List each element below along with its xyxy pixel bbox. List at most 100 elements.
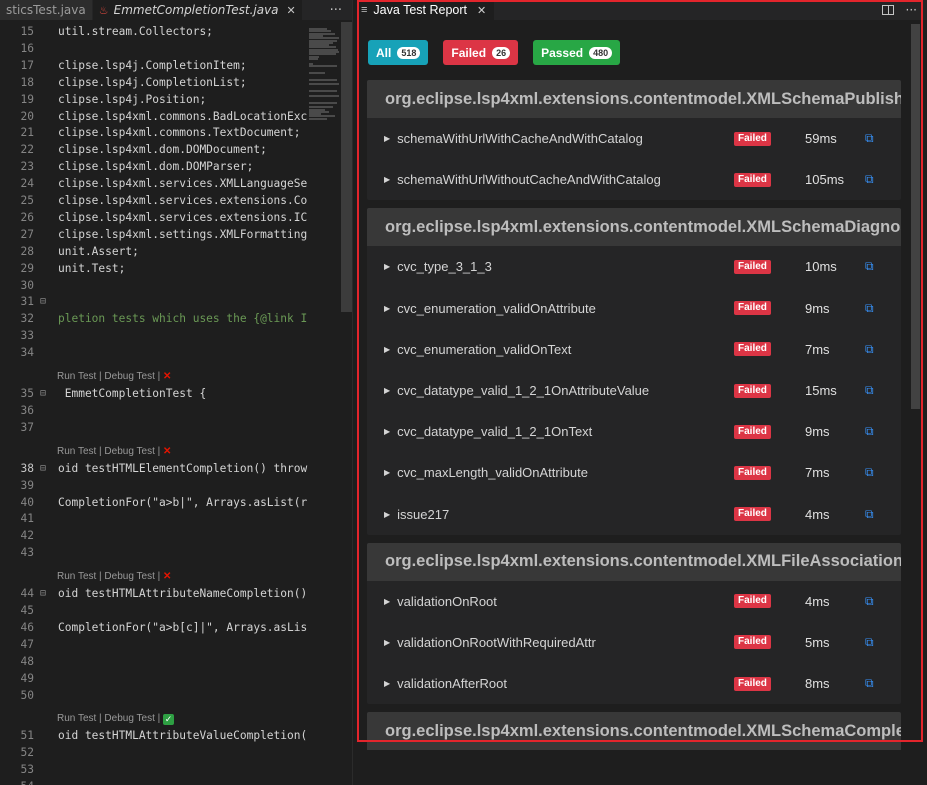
suite-header[interactable]: org.eclipse.lsp4xml.extensions.contentmo… xyxy=(367,542,901,581)
triangle-right-icon[interactable]: ▶ xyxy=(384,427,390,436)
code-line[interactable]: 41 xyxy=(0,511,307,527)
external-link-icon[interactable]: ⧉ xyxy=(865,259,874,274)
test-case-row[interactable]: ▶ cvc_datatype_valid_1_2_1OnAttributeValu… xyxy=(367,370,901,411)
code-line[interactable]: 32 pletion tests which uses the {@link I xyxy=(0,311,308,327)
minimap[interactable] xyxy=(307,22,341,782)
code-line[interactable]: 21 clipse.lsp4xml.commons.TextDocument; xyxy=(0,125,307,141)
codelens-text[interactable]: Run Test | Debug Test | xyxy=(57,446,163,457)
test-case-row[interactable]: ▶ cvc_enumeration_validOnText Failed 7ms ⧉ xyxy=(367,329,901,370)
triangle-right-icon[interactable]: ▶ xyxy=(384,510,390,519)
code-line[interactable]: 23 clipse.lsp4xml.dom.DOMParser; xyxy=(0,159,307,175)
fold-icon[interactable]: ⊟ xyxy=(40,386,46,402)
codelens-run-debug[interactable]: Run Test | Debug Test | ✕ xyxy=(57,370,171,384)
code-line[interactable]: 54 xyxy=(0,779,307,785)
code-line[interactable]: 45 xyxy=(0,603,307,619)
codelens-run-debug[interactable]: Run Test | Debug Test | ✕ xyxy=(57,570,171,584)
triangle-right-icon[interactable]: ▶ xyxy=(384,262,390,271)
more-actions-icon[interactable]: ··· xyxy=(906,3,917,17)
code-line[interactable]: 27 clipse.lsp4xml.settings.XMLFormatting xyxy=(0,227,308,243)
code-line[interactable]: 31 ⊟ xyxy=(0,294,307,310)
external-link-icon[interactable]: ⧉ xyxy=(865,301,874,316)
external-link-icon[interactable]: ⧉ xyxy=(865,131,874,146)
filter-failed-button[interactable]: Failed 26 xyxy=(443,40,519,65)
suite-header[interactable]: org.eclipse.lsp4xml.extensions.contentmo… xyxy=(367,80,901,118)
more-actions-icon[interactable]: ··· xyxy=(320,0,352,20)
external-link-icon[interactable]: ⧉ xyxy=(865,424,874,439)
tab-java-test-report[interactable]: ≡ Java Test Report ✕ xyxy=(353,0,495,20)
code-line[interactable]: 28 unit.Assert; xyxy=(0,244,307,260)
code-line[interactable]: 35 ⊟ EmmetCompletionTest { xyxy=(0,386,307,402)
tab-emmet-completion-test[interactable]: ♨ EmmetCompletionTest.java ✕ xyxy=(92,0,303,20)
code-line[interactable]: 19 clipse.lsp4j.Position; xyxy=(0,92,307,108)
code-line[interactable]: 47 xyxy=(0,637,307,653)
test-case-row[interactable]: ▶ cvc_enumeration_validOnAttribute Failed 9… xyxy=(367,288,901,329)
code-line[interactable]: 49 xyxy=(0,671,307,687)
code-line[interactable]: 39 xyxy=(0,478,307,494)
code-line[interactable]: 52 xyxy=(0,745,307,761)
triangle-right-icon[interactable]: ▶ xyxy=(384,304,390,313)
code-line[interactable]: 51 oid testHTMLAttributeValueCompletion( xyxy=(0,728,308,744)
test-case-row[interactable]: ▶ validationOnRootWithRequiredAttr Failed 5… xyxy=(367,622,901,663)
suite-header[interactable]: org.eclipse.lsp4xml.extensions.contentmo… xyxy=(367,208,901,247)
tab-statistics-test[interactable]: sticsTest.java xyxy=(0,0,93,20)
code-line[interactable]: 38 ⊟ oid testHTMLElementCompletion() throw xyxy=(0,461,308,477)
code-line[interactable]: 20 clipse.lsp4xml.commons.BadLocationExc xyxy=(0,109,308,125)
codelens-text[interactable]: Run Test | Debug Test | xyxy=(57,571,163,582)
triangle-right-icon[interactable]: ▶ xyxy=(384,597,390,606)
external-link-icon[interactable]: ⧉ xyxy=(865,676,874,691)
external-link-icon[interactable]: ⧉ xyxy=(865,172,874,187)
close-icon[interactable]: ✕ xyxy=(287,4,296,17)
triangle-right-icon[interactable]: ▶ xyxy=(384,175,390,184)
test-case-row[interactable]: ▶ cvc_datatype_valid_1_2_1OnText Failed 9ms… xyxy=(367,411,901,452)
code-line[interactable]: 46 CompletionFor("a>b[c]|", Arrays.asLis xyxy=(0,620,308,636)
close-icon[interactable]: ✕ xyxy=(477,4,486,17)
split-editor-icon[interactable] xyxy=(881,5,894,15)
external-link-icon[interactable]: ⧉ xyxy=(865,594,874,609)
filter-all-button[interactable]: All 518 xyxy=(368,40,429,65)
code-line[interactable]: 34 xyxy=(0,345,307,361)
code-line[interactable]: 22 clipse.lsp4xml.dom.DOMDocument; xyxy=(0,142,307,158)
external-link-icon[interactable]: ⧉ xyxy=(865,383,874,398)
code-line[interactable]: 53 xyxy=(0,762,307,778)
fold-icon[interactable]: ⊟ xyxy=(40,586,46,602)
code-line[interactable]: 15 util.stream.Collectors; xyxy=(0,24,307,40)
code-line[interactable]: 29 unit.Test; xyxy=(0,261,307,277)
external-link-icon[interactable]: ⧉ xyxy=(865,342,874,357)
codelens-text[interactable]: Run Test | Debug Test | xyxy=(57,713,163,724)
code-line[interactable]: 40 CompletionFor("a>b|", Arrays.asList(r xyxy=(0,495,308,511)
triangle-right-icon[interactable]: ▶ xyxy=(384,468,390,477)
external-link-icon[interactable]: ⧉ xyxy=(865,507,874,522)
suite-header[interactable]: org.eclipse.lsp4xml.extensions.contentmo… xyxy=(367,712,901,751)
external-link-icon[interactable]: ⧉ xyxy=(865,465,874,480)
report-scrollbar[interactable] xyxy=(911,24,920,409)
code-line[interactable]: 43 xyxy=(0,545,307,561)
editor-scrollbar[interactable] xyxy=(341,22,352,312)
test-case-row[interactable]: ▶ issue217 Failed 4ms ⧉ xyxy=(367,494,901,535)
codelens-run-debug[interactable]: Run Test | Debug Test | ✓ xyxy=(57,712,174,726)
codelens-text[interactable]: Run Test | Debug Test | xyxy=(57,371,163,382)
code-line[interactable]: 42 xyxy=(0,528,307,544)
test-case-row[interactable]: ▶ validationAfterRoot Failed 8ms ⧉ xyxy=(367,663,901,704)
code-line[interactable]: 36 xyxy=(0,403,307,419)
code-line[interactable]: 50 xyxy=(0,688,307,704)
code-line[interactable]: 33 xyxy=(0,328,307,344)
code-line[interactable]: 26 clipse.lsp4xml.services.extensions.IC xyxy=(0,210,308,226)
test-case-row[interactable]: ▶ schemaWithUrlWithCacheAndWithCatalog Fai… xyxy=(367,118,901,159)
triangle-right-icon[interactable]: ▶ xyxy=(384,386,390,395)
code-line[interactable]: 16 xyxy=(0,41,307,57)
code-line[interactable]: 30 xyxy=(0,278,307,294)
fold-icon[interactable]: ⊟ xyxy=(40,461,46,477)
test-case-row[interactable]: ▶ cvc_maxLength_validOnAttribute Failed 7ms… xyxy=(367,452,901,493)
code-line[interactable]: 44 ⊟ oid testHTMLAttributeNameCompletion() xyxy=(0,586,308,602)
triangle-right-icon[interactable]: ▶ xyxy=(384,679,390,688)
test-case-row[interactable]: ▶ cvc_type_3_1_3 Failed 10ms ⧉ xyxy=(367,246,901,287)
fold-icon[interactable]: ⊟ xyxy=(40,294,46,310)
codelens-run-debug[interactable]: Run Test | Debug Test | ✕ xyxy=(57,445,171,459)
code-line[interactable]: 37 xyxy=(0,420,307,436)
code-line[interactable]: 48 xyxy=(0,654,307,670)
code-line[interactable]: 17 clipse.lsp4j.CompletionItem; xyxy=(0,58,307,74)
triangle-right-icon[interactable]: ▶ xyxy=(384,345,390,354)
code-line[interactable]: 24 clipse.lsp4xml.services.XMLLanguageSe xyxy=(0,176,308,192)
test-case-row[interactable]: ▶ schemaWithUrlWithoutCacheAndWithCatalog… xyxy=(367,159,901,200)
code-line[interactable]: 18 clipse.lsp4j.CompletionList; xyxy=(0,75,307,91)
